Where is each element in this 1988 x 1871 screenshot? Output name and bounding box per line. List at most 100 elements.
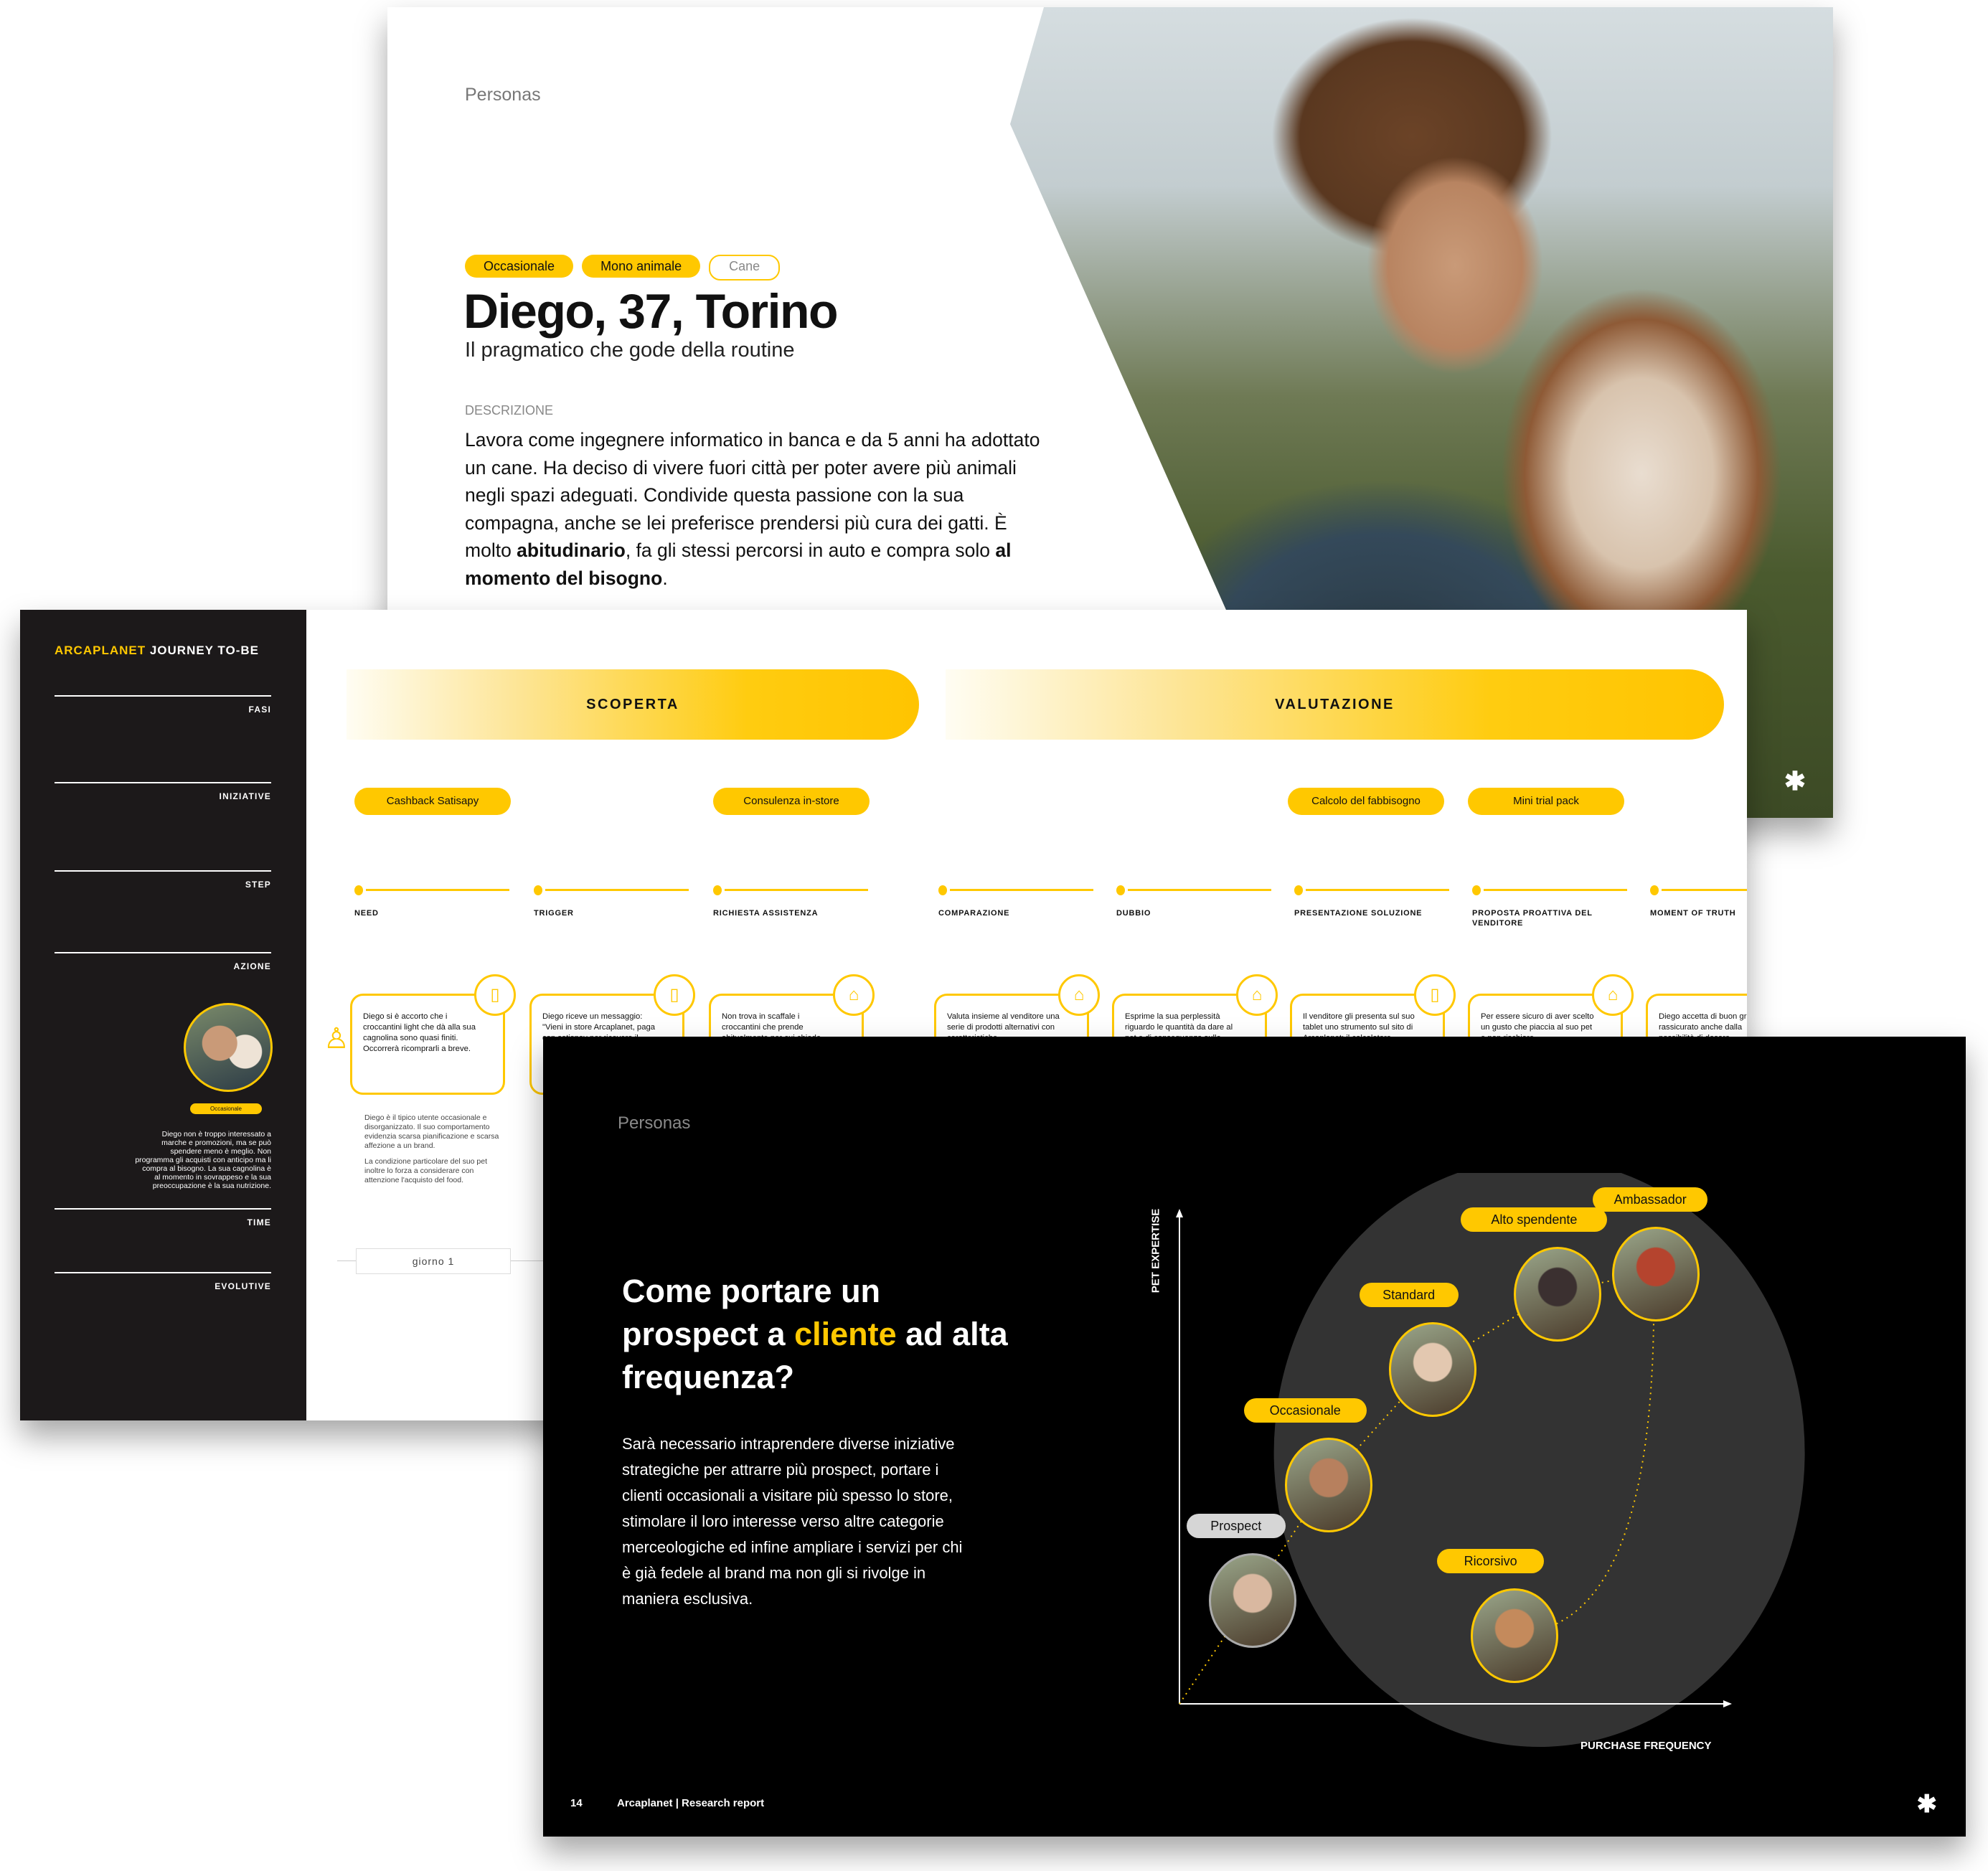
persona-avatar-ricorsivo xyxy=(1470,1588,1558,1683)
persona-tags: Occasionale Mono animale Cane xyxy=(465,255,781,281)
persona-chip: Occasionale xyxy=(1243,1398,1367,1423)
persona-note: Diego è il tipico utente occasionale e d… xyxy=(364,1113,508,1192)
row-label-fasi: FASI xyxy=(248,704,271,715)
persona-avatar-prospect xyxy=(1208,1553,1296,1648)
divider xyxy=(55,782,271,783)
initiative-cashback: Cashback Satisapy xyxy=(354,788,511,815)
step-label: RICHIESTA ASSISTENZA xyxy=(713,909,819,918)
step-line xyxy=(545,889,689,891)
step-dot xyxy=(354,885,363,895)
step-line xyxy=(366,889,509,891)
step-dot xyxy=(1650,885,1659,895)
persona-chip: Ambassador xyxy=(1593,1187,1708,1212)
x-axis-label: PURCHASE FREQUENCY xyxy=(1580,1740,1712,1752)
store-icon: ⌂ xyxy=(1058,974,1100,1016)
section-kicker: Personas xyxy=(618,1113,691,1133)
row-label-azione: AZIONE xyxy=(233,961,271,971)
y-axis-label: PET EXPERTISE xyxy=(1149,1208,1162,1293)
step-label: TRIGGER xyxy=(534,909,574,918)
persona-tag: Occasionale xyxy=(190,1103,262,1114)
phase-scoperta: SCOPERTA xyxy=(347,669,919,740)
initiative-consulenza: Consulenza in-store xyxy=(713,788,870,815)
journey-title-brand: ARCAPLANET xyxy=(55,644,146,657)
section-kicker: Personas xyxy=(465,85,541,105)
persona-description: Lavora come ingegnere informatico in ban… xyxy=(465,426,1053,592)
step-line xyxy=(1484,889,1627,891)
row-label-time: TIME xyxy=(247,1217,271,1227)
persona-chip: Alto spendente xyxy=(1461,1207,1608,1232)
persona-name: Diego, 37, Torino xyxy=(463,284,839,339)
smartphone-icon: ▯ xyxy=(1414,974,1456,1016)
step-label: NEED xyxy=(354,909,379,918)
description-text: . xyxy=(662,567,668,589)
description-emphasis: abitudinario xyxy=(517,539,626,561)
step-label: PRESENTAZIONE SOLUZIONE xyxy=(1294,909,1423,918)
step-dot xyxy=(1294,885,1303,895)
divider xyxy=(55,1272,271,1273)
tag-cane: Cane xyxy=(709,255,781,281)
page-number: 14 xyxy=(570,1797,583,1809)
action-card: Diego si è accorto che i croccantini lig… xyxy=(350,974,516,1095)
step-dot xyxy=(534,885,542,895)
store-icon: ⌂ xyxy=(833,974,875,1016)
journey-sidebar: ARCAPLANET JOURNEY TO-BE FASI INIZIATIVE… xyxy=(20,610,306,1420)
note-paragraph: La condizione particolare del suo pet in… xyxy=(364,1157,488,1184)
step-line xyxy=(1306,889,1449,891)
time-day-box: giorno 1 xyxy=(356,1248,511,1274)
store-icon: ⌂ xyxy=(1236,974,1278,1016)
step-dot xyxy=(1116,885,1125,895)
persona-chip: Standard xyxy=(1359,1283,1459,1307)
persona-avatar-ambassador xyxy=(1612,1227,1700,1321)
persona-chip: Ricorsivo xyxy=(1437,1549,1545,1573)
phase-valutazione: VALUTAZIONE xyxy=(946,669,1724,740)
arcaplanet-logo-icon: ✱ xyxy=(1784,766,1806,796)
divider xyxy=(55,952,271,953)
journey-title: ARCAPLANET JOURNEY TO-BE xyxy=(55,644,259,658)
tag-mono-animale: Mono animale xyxy=(582,255,701,278)
prospect-to-client-slide: Personas Come portare un prospect a clie… xyxy=(543,1037,1966,1837)
row-label-evolutive: EVOLUTIVE xyxy=(215,1281,271,1291)
footer-title: Arcaplanet | Research report xyxy=(617,1797,765,1809)
persona-avatar-alto-spendente xyxy=(1514,1247,1602,1342)
note-paragraph: Diego è il tipico utente occasionale e d… xyxy=(364,1113,499,1150)
slide-heading: Come portare un prospect a cliente ad al… xyxy=(622,1270,1024,1399)
y-axis-arrow xyxy=(1176,1209,1183,1217)
smartphone-icon: ▯ xyxy=(474,974,516,1016)
slide-body: Sarà necessario intraprendere diverse in… xyxy=(622,1435,963,1608)
smartphone-icon: ▯ xyxy=(654,974,695,1016)
step-line xyxy=(950,889,1093,891)
step-dot xyxy=(713,885,722,895)
step-label: COMPARAZIONE xyxy=(938,909,1010,918)
persona-summary: Diego non è troppo interessato a marche … xyxy=(135,1130,271,1190)
action-text: Diego si è accorto che i croccantini lig… xyxy=(363,1012,476,1053)
step-label: MOMENT OF TRUTH xyxy=(1650,909,1736,918)
divider xyxy=(55,870,271,872)
persona-progression-chart: Prospect Occasionale Standard Alto spendent… xyxy=(1149,1159,1808,1752)
step-line xyxy=(1128,889,1271,891)
arcaplanet-logo-icon: ✱ xyxy=(1916,1791,1938,1818)
heading-highlight: cliente xyxy=(794,1316,897,1352)
row-label-iniziative: INIZIATIVE xyxy=(219,791,271,801)
row-label-step: STEP xyxy=(245,880,271,890)
persona-subtitle: Il pragmatico che gode della routine xyxy=(465,339,795,362)
person-icon: ♙ xyxy=(324,1023,349,1055)
initiative-mini-trial: Mini trial pack xyxy=(1468,788,1624,815)
step-label: PROPOSTA PROATTIVA DEL VENDITORE xyxy=(1472,909,1593,928)
tag-occasionale: Occasionale xyxy=(465,255,574,278)
persona-avatar xyxy=(184,1003,273,1092)
divider xyxy=(55,695,271,697)
store-icon: ⌂ xyxy=(1592,974,1634,1016)
x-axis-arrow xyxy=(1723,1700,1732,1707)
divider xyxy=(55,1208,271,1210)
description-text: , fa gli stessi percorsi in auto e compr… xyxy=(625,539,996,561)
persona-avatar-standard xyxy=(1388,1322,1476,1417)
step-dot xyxy=(1472,885,1481,895)
step-line xyxy=(1662,889,1747,891)
initiative-calcolo: Calcolo del fabbisogno xyxy=(1288,788,1444,815)
step-label: DUBBIO xyxy=(1116,909,1151,918)
persona-chip: Prospect xyxy=(1186,1514,1286,1538)
journey-title-rest: JOURNEY TO-BE xyxy=(146,644,260,657)
step-dot xyxy=(938,885,947,895)
step-line xyxy=(725,889,868,891)
description-label: DESCRIZIONE xyxy=(465,403,554,418)
